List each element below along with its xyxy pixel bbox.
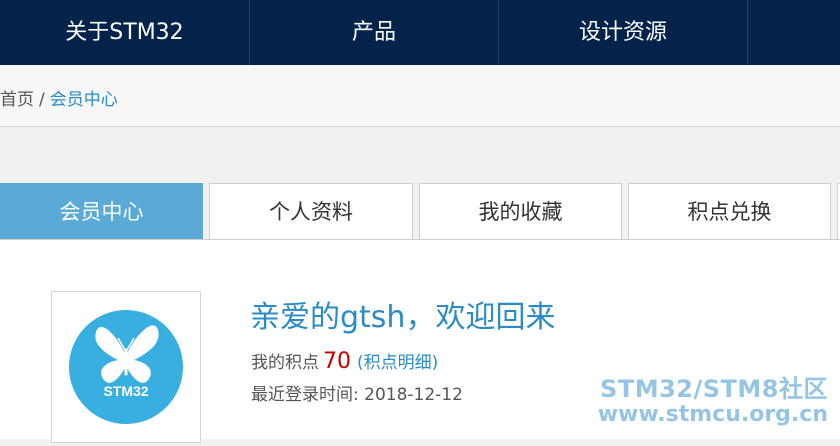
last-login-label: 最近登录时间: <box>251 385 359 405</box>
points-detail-link[interactable]: (积点明细) <box>357 353 438 373</box>
points-value: 70 <box>323 349 351 374</box>
points-line: 我的积点 70 (积点明细) <box>251 348 438 374</box>
last-login-value: 2018-12-12 <box>364 385 463 405</box>
breadcrumb-home-link[interactable]: 首页 <box>0 90 34 110</box>
last-login-line: 最近登录时间: 2018-12-12 <box>251 380 463 405</box>
top-navigation: 关于STM32 产品 设计资源 活 <box>0 0 840 65</box>
breadcrumb-separator: / <box>39 90 45 110</box>
breadcrumb-bar: 首页 / 会员中心 <box>0 65 840 127</box>
watermark-line2: www.stmcu.org.cn <box>597 402 828 427</box>
breadcrumb: 首页 / 会员中心 <box>0 85 118 110</box>
member-tabs: 会员中心 个人资料 我的收藏 积点兑换 <box>0 183 840 239</box>
stm32-butterfly-logo-icon: STM32 <box>69 310 183 424</box>
nav-item-activities[interactable]: 活 <box>748 0 840 65</box>
breadcrumb-current-link[interactable]: 会员中心 <box>50 90 118 110</box>
site-watermark: STM32/STM8社区 www.stmcu.org.cn <box>598 376 828 428</box>
nav-item-design-resources[interactable]: 设计资源 <box>499 0 748 65</box>
watermark-line1: STM32/STM8社区 <box>600 375 828 403</box>
tab-points-exchange[interactable]: 积点兑换 <box>628 183 831 239</box>
tab-member-center[interactable]: 会员中心 <box>0 183 203 239</box>
welcome-message: 亲爱的gtsh，欢迎回来 <box>250 300 556 335</box>
nav-item-about-stm32[interactable]: 关于STM32 <box>0 0 250 65</box>
avatar-logo-text: STM32 <box>103 383 148 399</box>
tab-profile[interactable]: 个人资料 <box>209 183 413 239</box>
nav-item-products[interactable]: 产品 <box>250 0 499 65</box>
tab-favorites[interactable]: 我的收藏 <box>419 183 622 239</box>
avatar: STM32 <box>51 291 201 443</box>
points-label: 我的积点 <box>251 353 319 373</box>
